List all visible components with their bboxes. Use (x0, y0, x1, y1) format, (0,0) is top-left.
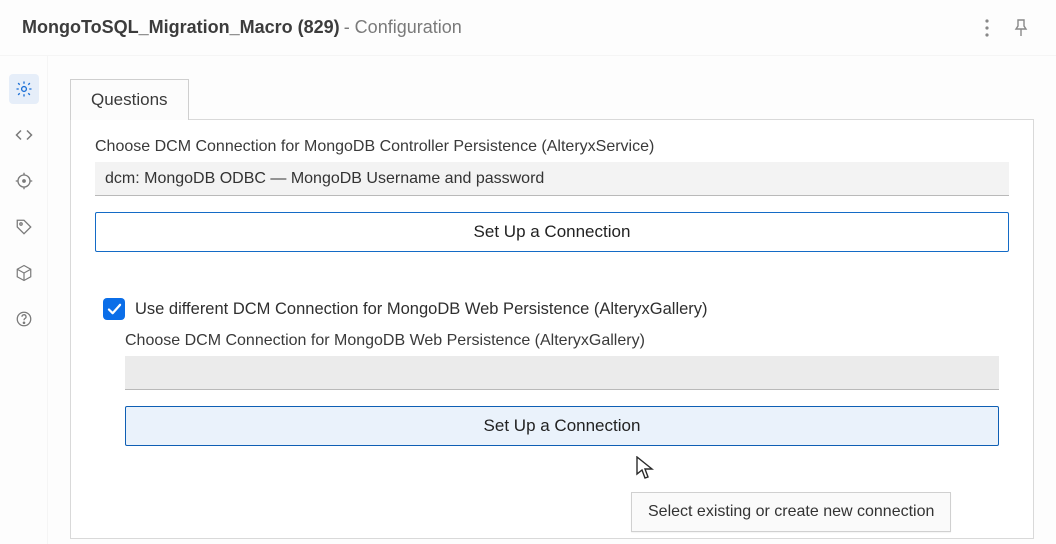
sidebar (0, 56, 48, 544)
gear-icon[interactable] (9, 74, 39, 104)
title-sub: - Configuration (344, 17, 462, 38)
kebab-menu-icon[interactable] (970, 11, 1004, 45)
web-connection-input[interactable] (125, 356, 999, 390)
pin-icon[interactable] (1004, 11, 1038, 45)
tab-questions[interactable]: Questions (70, 79, 189, 120)
use-different-connection-checkbox[interactable] (103, 298, 125, 320)
setup-web-connection-button[interactable]: Set Up a Connection (125, 406, 999, 446)
controller-connection-input[interactable] (95, 162, 1009, 196)
use-different-connection-label: Use different DCM Connection for MongoDB… (135, 300, 708, 319)
titlebar: MongoToSQL_Migration_Macro (829) - Confi… (0, 0, 1056, 56)
help-icon[interactable] (9, 304, 39, 334)
code-icon[interactable] (9, 120, 39, 150)
setup-controller-connection-button[interactable]: Set Up a Connection (95, 212, 1009, 252)
use-different-connection-row: Use different DCM Connection for MongoDB… (95, 298, 1009, 320)
config-panel: Choose DCM Connection for MongoDB Contro… (70, 119, 1034, 539)
target-icon[interactable] (9, 166, 39, 196)
tag-icon[interactable] (9, 212, 39, 242)
title-main: MongoToSQL_Migration_Macro (829) (22, 17, 340, 38)
package-icon[interactable] (9, 258, 39, 288)
controller-connection-label: Choose DCM Connection for MongoDB Contro… (95, 138, 1009, 156)
web-connection-label: Choose DCM Connection for MongoDB Web Pe… (125, 332, 999, 350)
tabstrip: Questions (70, 78, 1034, 119)
setup-connection-tooltip: Select existing or create new connection (631, 492, 951, 532)
